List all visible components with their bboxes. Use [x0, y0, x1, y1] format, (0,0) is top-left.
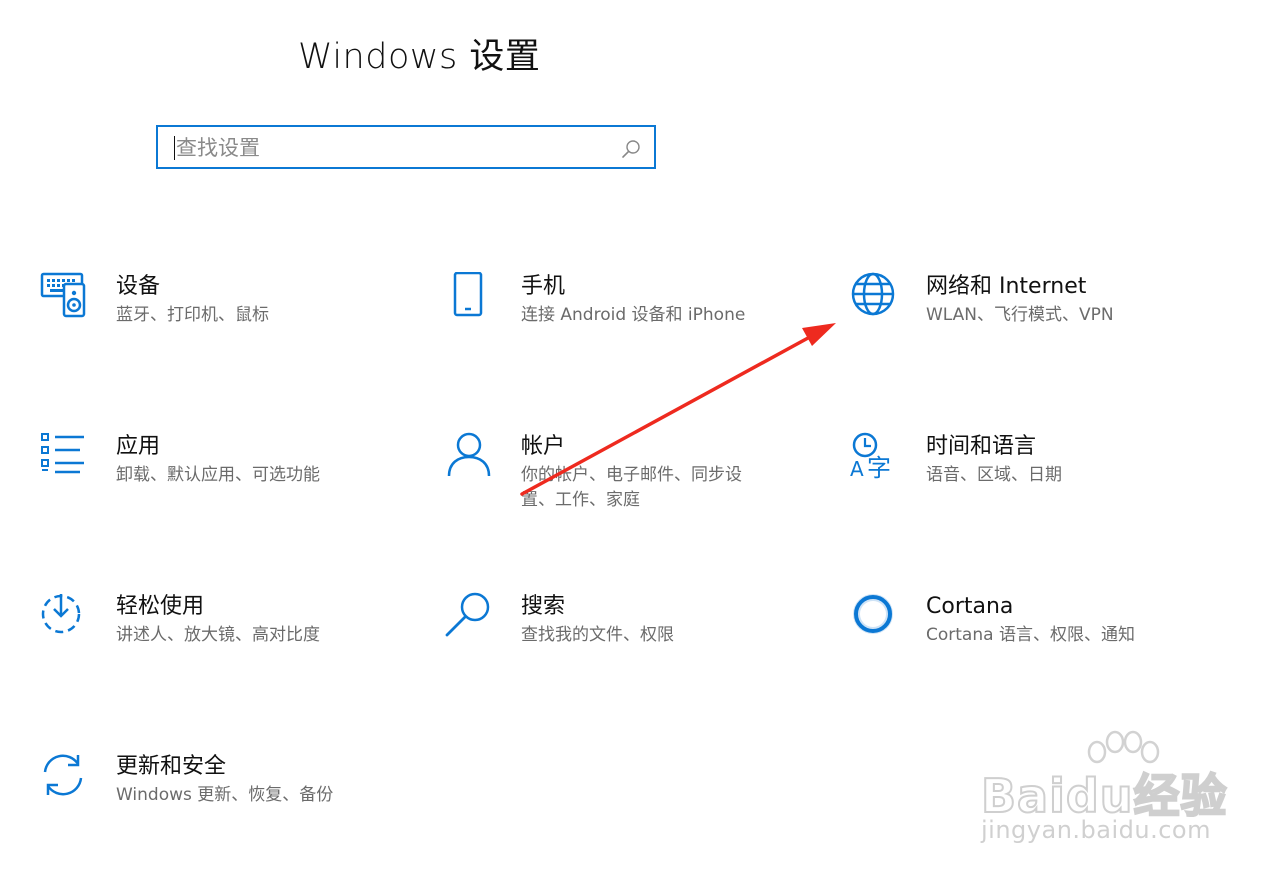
- tile-title: 更新和安全: [116, 754, 227, 779]
- tile-description: 连接 Android 设备和 iPhone: [521, 305, 746, 325]
- tile-title: Cortana: [926, 594, 1014, 619]
- search-box[interactable]: [156, 125, 656, 169]
- tile-description: 蓝牙、打印机、鼠标: [116, 305, 269, 325]
- paw-logo-icon: [1087, 730, 1160, 764]
- tile-phone[interactable]: 手机 连接 Android 设备和 iPhone: [445, 272, 815, 382]
- tile-network-internet[interactable]: 网络和 Internet WLAN、飞行模式、VPN: [850, 272, 1220, 382]
- tile-description: Windows 更新、恢复、备份: [116, 785, 334, 805]
- ease-of-access-icon: [41, 594, 81, 634]
- apps-list-icon: [41, 433, 84, 474]
- person-icon: [447, 432, 491, 477]
- watermark-brand: Baidu经验: [980, 768, 1228, 824]
- tile-update-security[interactable]: 更新和安全 Windows 更新、恢复、备份: [40, 752, 410, 862]
- tile-devices[interactable]: 设备 蓝牙、打印机、鼠标: [40, 272, 410, 382]
- time-language-icon: A 字: [850, 432, 891, 482]
- svg-text:A: A: [850, 457, 864, 481]
- search-icon[interactable]: [620, 138, 642, 160]
- tile-title: 轻松使用: [116, 594, 205, 619]
- tile-ease-of-access[interactable]: 轻松使用 讲述人、放大镜、高对比度: [40, 592, 410, 702]
- tile-description: Cortana 语言、权限、通知: [926, 625, 1135, 645]
- text-caret: [174, 136, 175, 160]
- tile-apps[interactable]: 应用 卸载、默认应用、可选功能: [40, 432, 410, 542]
- globe-icon: [851, 272, 895, 316]
- tile-title: 手机: [521, 274, 566, 299]
- tile-search[interactable]: 搜索 查找我的文件、权限: [445, 592, 815, 702]
- phone-icon: [453, 272, 483, 317]
- tile-title: 应用: [116, 434, 161, 459]
- tile-description: WLAN、飞行模式、VPN: [926, 305, 1114, 325]
- tile-title: 网络和 Internet: [926, 274, 1087, 299]
- tile-time-language[interactable]: A 字 时间和语言 语音、区域、日期: [850, 432, 1220, 542]
- tile-description: 查找我的文件、权限: [521, 625, 674, 645]
- update-sync-icon: [43, 754, 83, 796]
- watermark-url: jingyan.baidu.com: [981, 816, 1211, 844]
- baidu-watermark: Baidu经验 jingyan.baidu.com: [975, 730, 1275, 870]
- tile-description: 卸载、默认应用、可选功能: [116, 465, 320, 485]
- tile-cortana[interactable]: Cortana Cortana 语言、权限、通知: [850, 592, 1220, 702]
- cortana-ring-icon: [853, 594, 893, 634]
- tile-description: 讲述人、放大镜、高对比度: [116, 625, 320, 645]
- tile-title: 帐户: [521, 434, 566, 459]
- page-title: Windows 设置: [298, 37, 541, 77]
- tile-title: 时间和语言: [926, 434, 1037, 459]
- tile-description: 你的帐户、电子邮件、同步设置、工作、家庭: [521, 465, 742, 510]
- search-input[interactable]: [176, 133, 606, 163]
- search-magnifier-icon: [445, 592, 490, 637]
- tile-accounts[interactable]: 帐户 你的帐户、电子邮件、同步设置、工作、家庭: [445, 432, 815, 542]
- devices-icon: [40, 272, 86, 318]
- tile-title: 设备: [116, 274, 161, 299]
- tile-description: 语音、区域、日期: [926, 465, 1062, 485]
- tile-title: 搜索: [521, 594, 566, 619]
- svg-text:字: 字: [867, 454, 891, 482]
